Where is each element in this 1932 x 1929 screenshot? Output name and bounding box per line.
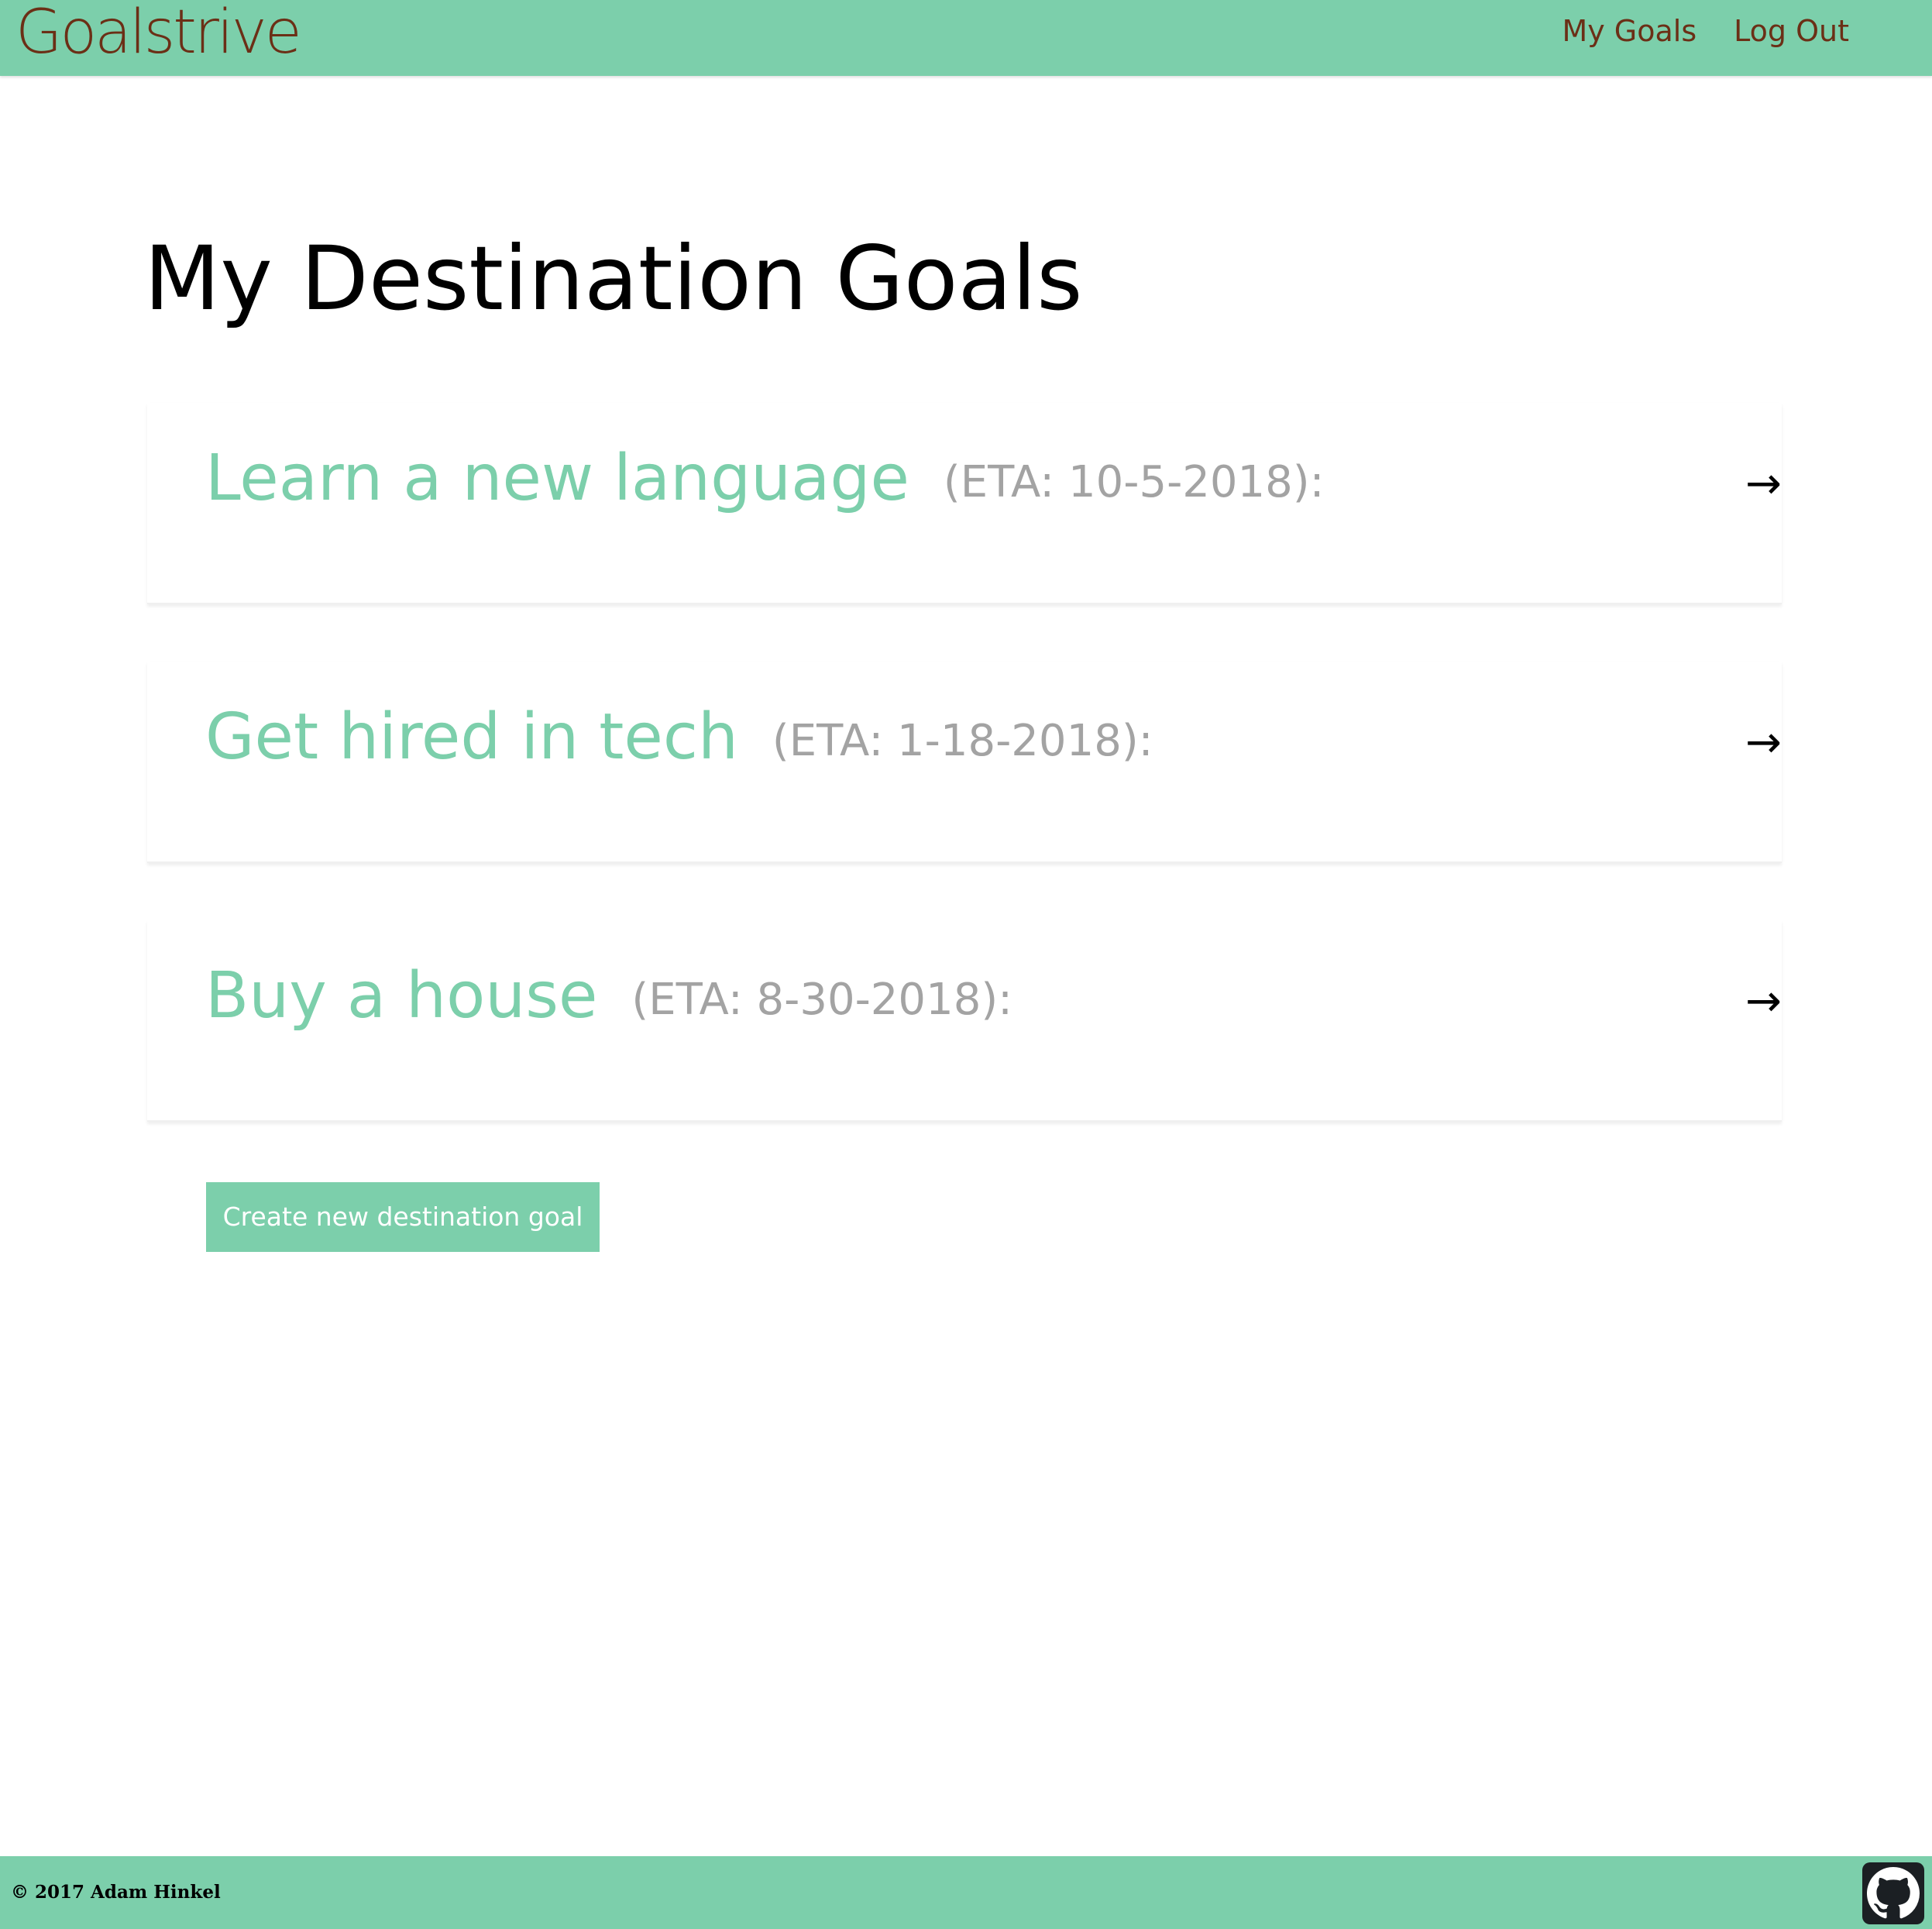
goal-card[interactable]: Buy a house (ETA: 8-30-2018): → (147, 920, 1782, 1122)
nav-link-my-goals[interactable]: My Goals (1562, 14, 1697, 48)
goal-title-row: Buy a house (ETA: 8-30-2018): (205, 958, 1012, 1039)
goal-title: Get hired in tech (205, 700, 738, 774)
copyright-text: © 2017 Adam Hinkel (11, 1882, 221, 1903)
right-arrow-icon[interactable]: → (1745, 708, 1782, 778)
goal-title-row: Get hired in tech (ETA: 1-18-2018): (205, 699, 1153, 780)
github-icon (1867, 1867, 1920, 1919)
create-goal-button[interactable]: Create new destination goal (206, 1182, 600, 1252)
right-arrow-icon[interactable]: → (1745, 967, 1782, 1037)
nav-links: My Goals Log Out (1525, 0, 1849, 62)
brand-logo[interactable]: Goalstrive (15, 0, 302, 71)
github-link[interactable] (1862, 1862, 1924, 1924)
goal-title-row: Learn a new language (ETA: 10-5-2018): (205, 440, 1325, 521)
goal-title: Buy a house (205, 959, 598, 1033)
goal-eta: (ETA: 8-30-2018): (631, 975, 1013, 1025)
goal-title: Learn a new language (205, 442, 909, 515)
page-title: My Destination Goals (144, 227, 1083, 330)
goal-eta: (ETA: 10-5-2018): (943, 457, 1325, 507)
nav-link-log-out[interactable]: Log Out (1734, 14, 1849, 48)
top-navbar: Goalstrive My Goals Log Out (0, 0, 1932, 76)
right-arrow-icon[interactable]: → (1745, 449, 1782, 519)
goal-eta: (ETA: 1-18-2018): (772, 716, 1153, 766)
footer: © 2017 Adam Hinkel (0, 1856, 1932, 1929)
goal-card[interactable]: Get hired in tech (ETA: 1-18-2018): → (147, 662, 1782, 863)
goal-card[interactable]: Learn a new language (ETA: 10-5-2018): → (147, 403, 1782, 604)
